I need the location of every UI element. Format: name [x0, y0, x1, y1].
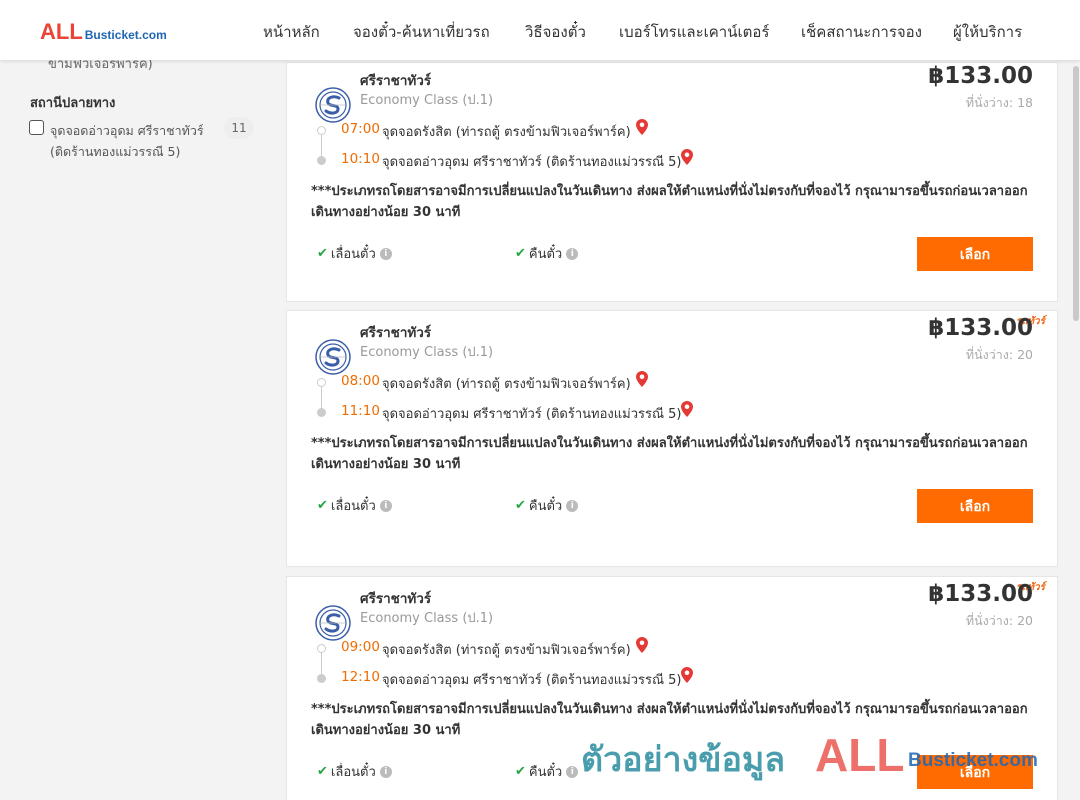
depart-stop: จุดจอดรังสิต (ท่ารถตู้ ตรงข้ามฟิวเจอร์พา… [382, 643, 631, 658]
watermark-text: ตัวอย่างข้อมูล [581, 740, 786, 780]
depart-time: 08:00 [341, 373, 380, 389]
trip-note: ***ประเภทรถโดยสารอาจมีการเปลี่ยนแปลงในวั… [311, 436, 1028, 472]
trip-card: ศรีราชาทัวร์ Economy Class (ป.1) ฿133.00 ที… [286, 62, 1058, 302]
nav-item-operators[interactable]: ผู้ให้บริการ [953, 20, 1022, 44]
operator-name: ศรีราชาทัวร์ [360, 591, 432, 607]
depart-stop: จุดจอดรังสิต (ท่ารถตู้ ตรงข้ามฟิวเจอร์พา… [382, 377, 631, 392]
info-icon[interactable]: i [379, 499, 392, 512]
timeline-end-dot [317, 408, 326, 417]
trip-price: ฿133.00 [928, 63, 1033, 89]
select-trip-button[interactable]: เลือก [917, 489, 1033, 523]
timeline-start-dot [317, 644, 326, 653]
arrive-stop: จุดจอดอ่าวอุดม ศรีราชาทัวร์ (ติดร้านทองแ… [382, 407, 682, 422]
operator-logo-icon [315, 87, 351, 123]
bus-class: Economy Class (ป.1) [360, 345, 494, 360]
info-icon[interactable]: i [379, 247, 392, 260]
feature-reschedule: ✔ เลื่อนตั๋ว i [317, 761, 392, 782]
destination-option-label-line2[interactable]: (ติดร้านทองแม่วรรณี 5) [50, 142, 180, 162]
feature-reschedule-label: เลื่อนตั๋ว [330, 765, 376, 780]
feature-refund: ✔ คืนตั๋ว i [515, 761, 579, 782]
arrive-time: 12:10 [341, 669, 380, 685]
arrive-time: 10:10 [341, 151, 380, 167]
check-icon: ✔ [317, 246, 328, 261]
feature-reschedule: ✔ เลื่อนตั๋ว i [317, 495, 392, 516]
arrive-map-pin-icon[interactable] [681, 149, 693, 165]
feature-refund-label: คืนตั๋ว [528, 247, 563, 262]
destination-option-label[interactable]: จุดจอดอ่าวอุดม ศรีราชาทัวร์ [50, 121, 204, 141]
feature-refund: ✔ คืนตั๋ว i [515, 243, 579, 264]
arrive-map-pin-icon[interactable] [681, 667, 693, 683]
seats-available: ที่นั่งว่าง: 20 [965, 613, 1033, 628]
arrive-time: 11:10 [341, 403, 380, 419]
depart-map-pin-icon[interactable] [636, 371, 648, 387]
feature-reschedule: ✔ เลื่อนตั๋ว i [317, 243, 392, 264]
operator-name: ศรีราชาทัวร์ [360, 325, 432, 341]
nav-item-book-search[interactable]: จองตั๋ว-ค้นหาเที่ยวรถ [353, 20, 490, 44]
nav-item-contact-counters[interactable]: เบอร์โทรและเคาน์เตอร์ [619, 20, 769, 44]
main-nav: หน้าหลัก จองตั๋ว-ค้นหาเที่ยวรถ วิธีจองตั… [0, 20, 1080, 41]
select-trip-button[interactable]: เลือก [917, 237, 1033, 271]
seats-available: ที่นั่งว่าง: 20 [965, 347, 1033, 362]
check-icon: ✔ [317, 764, 328, 779]
feature-refund-label: คืนตั๋ว [528, 499, 563, 514]
destination-option-count: 11 [224, 117, 254, 139]
info-icon[interactable]: i [566, 247, 579, 260]
scrollbar-thumb[interactable] [1073, 66, 1079, 321]
bus-class: Economy Class (ป.1) [360, 93, 494, 108]
timeline-line [321, 387, 322, 409]
timeline-line [321, 135, 322, 157]
depart-stop: จุดจอดรังสิต (ท่ารถตู้ ตรงข้ามฟิวเจอร์พา… [382, 125, 631, 140]
watermark-brand-main: ALL [815, 729, 905, 781]
trip-price: ฿133.00 [928, 315, 1033, 341]
operator-logo-icon [315, 339, 351, 375]
trip-note: ***ประเภทรถโดยสารอาจมีการเปลี่ยนแปลงในวั… [311, 184, 1028, 220]
destination-filter-heading: สถานีปลายทาง [30, 96, 116, 111]
check-icon: ✔ [317, 498, 328, 513]
operator-logo-icon [315, 605, 351, 641]
timeline-line [321, 653, 322, 675]
info-icon[interactable]: i [566, 765, 579, 778]
arrive-map-pin-icon[interactable] [681, 401, 693, 417]
feature-refund: ✔ คืนตั๋ว i [515, 495, 579, 516]
check-icon: ✔ [515, 246, 526, 261]
top-header: ALL Busticket.com หน้าหลัก จองตั๋ว-ค้นหา… [0, 0, 1080, 60]
info-icon[interactable]: i [566, 499, 579, 512]
watermark-brand-sub: Busticket.com [908, 750, 1038, 771]
timeline-start-dot [317, 378, 326, 387]
depart-map-pin-icon[interactable] [636, 119, 648, 135]
arrive-stop: จุดจอดอ่าวอุดม ศรีราชาทัวร์ (ติดร้านทองแ… [382, 155, 682, 170]
feature-reschedule-label: เลื่อนตั๋ว [330, 499, 376, 514]
bus-class: Economy Class (ป.1) [360, 611, 494, 626]
nav-item-home[interactable]: หน้าหลัก [263, 20, 320, 44]
operator-name: ศรีราชาทัวร์ [360, 73, 432, 89]
feature-refund-label: คืนตั๋ว [528, 765, 563, 780]
trip-price: ฿133.00 [928, 581, 1033, 607]
depart-time: 09:00 [341, 639, 380, 655]
info-icon[interactable]: i [379, 765, 392, 778]
depart-map-pin-icon[interactable] [636, 637, 648, 653]
arrive-stop: จุดจอดอ่าวอุดม ศรีราชาทัวร์ (ติดร้านทองแ… [382, 673, 682, 688]
nav-item-how-to-book[interactable]: วิธีจองตั๋ว [525, 20, 586, 44]
seats-available: ที่นั่งว่าง: 18 [965, 95, 1033, 110]
timeline-start-dot [317, 126, 326, 135]
nav-item-check-booking[interactable]: เช็คสถานะการจอง [801, 20, 922, 44]
timeline-end-dot [317, 674, 326, 683]
check-icon: ✔ [515, 764, 526, 779]
destination-checkbox[interactable] [29, 120, 44, 135]
feature-reschedule-label: เลื่อนตั๋ว [330, 247, 376, 262]
depart-time: 07:00 [341, 121, 380, 137]
check-icon: ✔ [515, 498, 526, 513]
trip-card: รถทัวร์ ศรีราชาทัวร์ Economy Class (ป.1) ฿1… [286, 310, 1058, 567]
timeline-end-dot [317, 156, 326, 165]
